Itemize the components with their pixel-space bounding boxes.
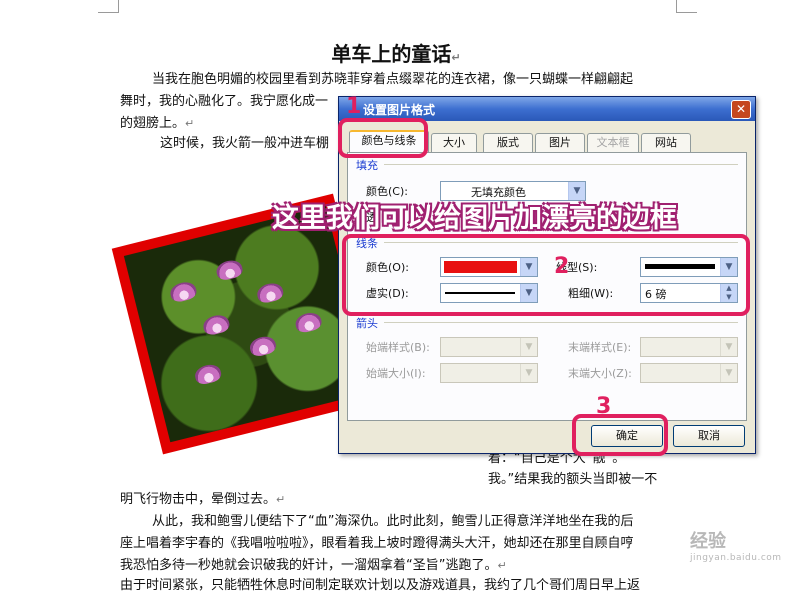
document-title: 单车上的童话↵ — [331, 42, 461, 66]
text-line: 从此，我和鲍雪儿便结下了“血”海深仇。此时此刻，鲍雪儿正得意洋洋地坐在我的后 — [152, 514, 634, 529]
divider — [384, 164, 738, 165]
page-corner-mark — [98, 0, 119, 13]
tab-picture[interactable]: 图片 — [535, 133, 585, 152]
chevron-down-icon: ▼ — [520, 364, 537, 382]
step-number: 1 — [346, 94, 362, 119]
watermark-text: 经验 — [690, 531, 726, 552]
begin-size-dropdown: ▼ — [440, 363, 538, 383]
lotus-flower — [214, 258, 245, 282]
lotus-flower — [255, 280, 285, 305]
tab-layout[interactable]: 版式 — [483, 133, 533, 152]
highlight-box-line — [342, 234, 750, 316]
text-line: 的翅膀上。↵ — [120, 116, 195, 131]
fill-group-label: 填充 — [356, 159, 378, 172]
end-size-label: 末端大小(Z): — [568, 367, 632, 380]
end-style-label: 末端样式(E): — [568, 341, 632, 354]
lotus-photo — [123, 205, 373, 443]
watermark: 经验 jingyan.baidu.com — [690, 527, 782, 563]
dialog-title: 设置图片格式 — [363, 103, 436, 117]
cancel-button[interactable]: 取消 — [673, 425, 745, 447]
highlight-box-tab — [338, 118, 428, 158]
lotus-flower — [201, 312, 232, 337]
text-line: 我恐怕多待一秒她就会识破我的奸计，一溜烟拿着“圣旨”逃跑了。↵ — [120, 558, 507, 573]
text-line: 座上唱着李宇春的《我唱啦啦啦》，眼看着我上坡时蹬得满头大汗，她却还在那里自顾自哼 — [120, 536, 634, 551]
text-line: 这时候，我火箭一般冲进车棚 — [160, 136, 330, 151]
tab-text-box: 文本框 — [587, 133, 639, 152]
divider — [384, 322, 738, 323]
text-line: 当我在胞色明媚的校园里看到苏晓菲穿着点缀翠花的连衣裙，像一只蝴蝶一样翩翩起 — [152, 72, 634, 87]
close-icon[interactable]: ✕ — [731, 100, 751, 119]
tab-size[interactable]: 大小 — [431, 133, 477, 152]
text-line: 由于时间紧张，只能牺牲休息时间制定联欢计划以及游戏道具，我约了几个哥们周日早上返 — [120, 578, 641, 593]
begin-size-label: 始端大小(I): — [366, 367, 426, 380]
end-style-dropdown: ▼ — [640, 337, 738, 357]
step-number: 2 — [554, 254, 570, 279]
lotus-flower — [168, 279, 199, 304]
watermark-url: jingyan.baidu.com — [690, 553, 782, 563]
chevron-down-icon: ▼ — [720, 364, 737, 382]
lotus-flower — [293, 310, 324, 335]
begin-style-dropdown: ▼ — [440, 337, 538, 357]
lotus-flower — [193, 362, 223, 387]
tab-web[interactable]: 网站 — [641, 133, 691, 152]
step-number: 3 — [596, 394, 612, 419]
chevron-down-icon: ▼ — [520, 338, 537, 356]
lotus-flower — [247, 334, 278, 358]
text-line: 明飞行物击中，晕倒过去。↵ — [120, 492, 286, 507]
chevron-down-icon: ▼ — [720, 338, 737, 356]
text-line: 舞时，我的心融化了。我宁愿化成一 — [120, 94, 329, 109]
highlight-box-ok — [572, 414, 668, 456]
begin-style-label: 始端样式(B): — [366, 341, 430, 354]
text-line: 我。”结果我的额头当即被一不 — [488, 472, 658, 487]
page-corner-mark — [676, 0, 697, 13]
annotation-banner: 这里我们可以给图片加漂亮的边框 — [272, 203, 677, 234]
arrows-group-label: 箭头 — [356, 317, 378, 330]
end-size-dropdown: ▼ — [640, 363, 738, 383]
